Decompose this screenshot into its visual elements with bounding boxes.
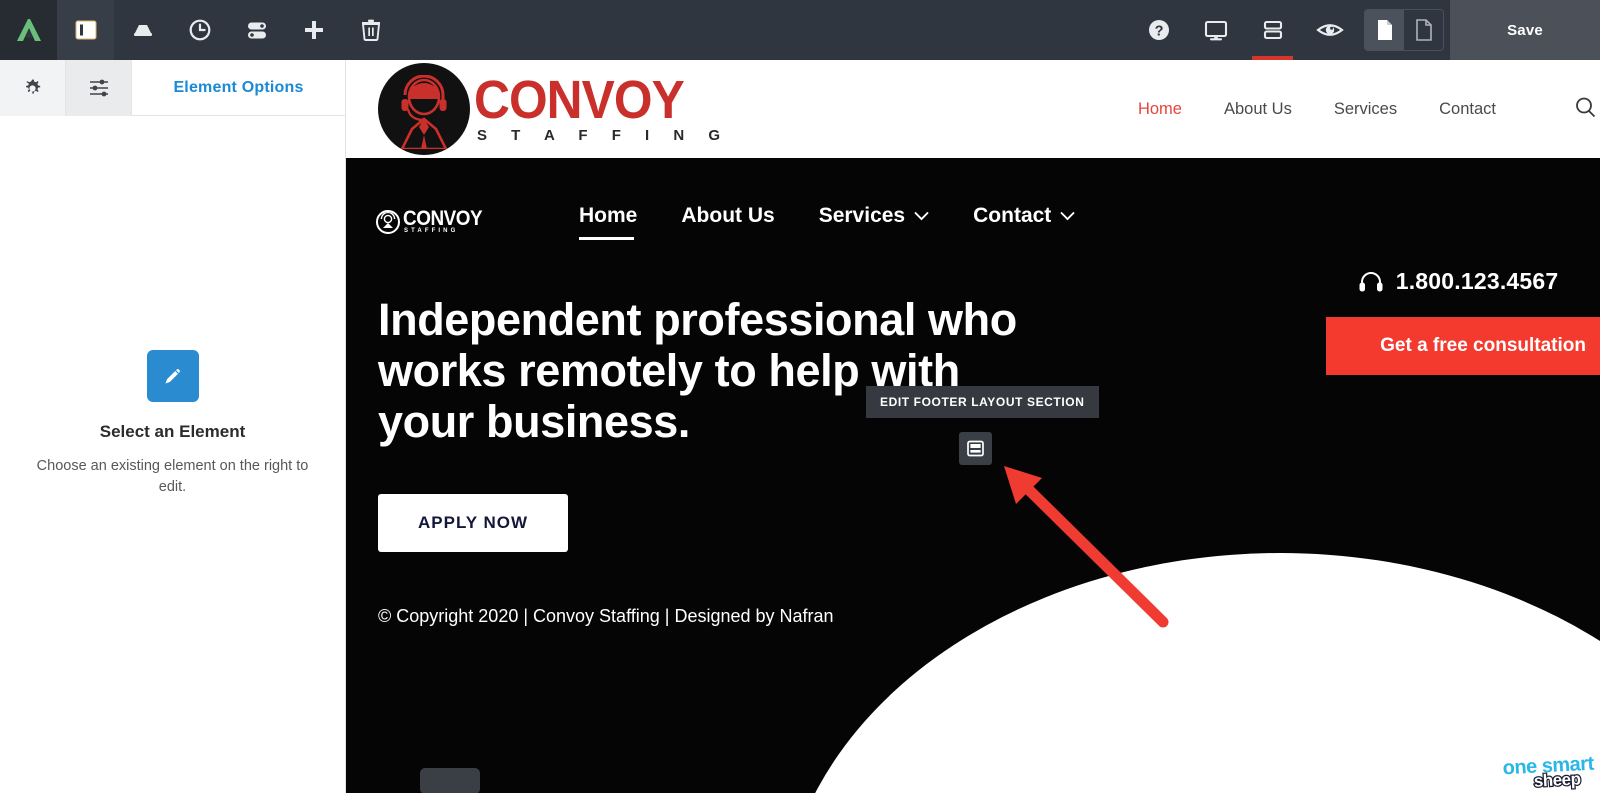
rows-icon-button[interactable] xyxy=(1244,0,1301,60)
edit-footer-tooltip: EDIT FOOTER LAYOUT SECTION xyxy=(866,386,1099,418)
hero-logo[interactable]: CONVOY STAFFING xyxy=(376,206,491,235)
hero-mascot-icon xyxy=(376,210,400,234)
plus-icon-button[interactable] xyxy=(285,0,342,60)
clock-icon-button[interactable] xyxy=(171,0,228,60)
svg-text:?: ? xyxy=(1154,24,1163,40)
hero-nav-home-label: Home xyxy=(579,204,638,227)
brand-logo-icon[interactable] xyxy=(0,0,57,60)
hero-section: CONVOY STAFFING Home About Us Services C… xyxy=(346,158,1600,793)
hero-nav-about-us[interactable]: About Us xyxy=(659,204,796,240)
question-circle-icon-button[interactable]: ? xyxy=(1130,0,1187,60)
save-button[interactable]: Save xyxy=(1450,0,1600,60)
settings-tab[interactable] xyxy=(0,60,66,116)
hero-nav-services-label: Services xyxy=(818,204,906,227)
layers-toggle-icon-button[interactable] xyxy=(228,0,285,60)
editor-root: ? Save Element Options Select an Element… xyxy=(0,0,1600,793)
left-panel-tabs: Element Options xyxy=(0,60,345,116)
site-nav-services[interactable]: Services xyxy=(1334,100,1397,119)
top-toolbar: ? Save xyxy=(0,0,1600,60)
search-icon[interactable] xyxy=(1574,96,1596,123)
chevron-down-icon xyxy=(914,212,929,221)
hero-nav-contact[interactable]: Contact xyxy=(951,204,1097,240)
hero-headline: Independent professional who works remot… xyxy=(378,294,1017,447)
empty-state-heading: Select an Element xyxy=(99,422,246,441)
footer-copyright: © Copyright 2020 | Convoy Staffing | Des… xyxy=(378,605,834,626)
active-tool-indicator xyxy=(1252,56,1293,60)
trash-icon-button[interactable] xyxy=(342,0,399,60)
site-nav-home[interactable]: Home xyxy=(1138,100,1182,119)
panel-title: Element Options xyxy=(173,79,304,96)
site-logo-wordmark: CONVOY S T A F F I N G xyxy=(474,69,731,144)
document-filled-icon-button[interactable] xyxy=(1365,10,1404,50)
toolbar-right-group: ? Save xyxy=(1130,0,1600,60)
site-header: CONVOY S T A F F I N G Home About Us Ser… xyxy=(346,60,1600,158)
hero-nav-home[interactable]: Home xyxy=(557,204,659,240)
desktop-icon-button[interactable] xyxy=(1187,0,1244,60)
drawer-icon-button[interactable] xyxy=(114,0,171,60)
eye-icon-button[interactable] xyxy=(1301,0,1358,60)
hero-nav: CONVOY STAFFING Home About Us Services C… xyxy=(346,158,1600,240)
apply-now-button[interactable]: APPLY NOW xyxy=(378,493,569,552)
bottom-section-handle[interactable] xyxy=(420,768,480,793)
site-nav-contact[interactable]: Contact xyxy=(1439,100,1496,119)
site-nav-about-us[interactable]: About Us xyxy=(1224,100,1292,119)
hero-nav-about-us-label: About Us xyxy=(681,204,775,227)
empty-state-body: Choose an existing element on the right … xyxy=(36,458,309,496)
convoy-mascot-icon xyxy=(378,63,470,155)
hero-nav-links: Home About Us Services Contact xyxy=(557,204,1097,240)
panel-toggle-button[interactable] xyxy=(57,0,114,60)
chevron-down-icon xyxy=(1060,212,1075,221)
left-panel: Element Options Select an Element Choose… xyxy=(0,60,346,793)
watermark: one smart sheep xyxy=(1501,751,1596,792)
pencil-icon xyxy=(146,350,199,402)
site-main-nav: Home About Us Services Contact xyxy=(1138,96,1596,123)
hero-nav-services[interactable]: Services xyxy=(797,204,951,240)
document-outline-icon-button[interactable] xyxy=(1404,10,1443,50)
logo-staffing-text: S T A F F I N G xyxy=(477,126,731,144)
options-tab[interactable] xyxy=(66,60,132,116)
edit-footer-layout-button[interactable] xyxy=(959,432,992,465)
site-logo[interactable]: CONVOY S T A F F I N G xyxy=(378,63,730,155)
page-type-group xyxy=(1364,9,1444,51)
hero-logo-staffing-text: STAFFING xyxy=(404,228,459,235)
hero-nav-contact-label: Contact xyxy=(973,204,1052,227)
logo-convoy-text: CONVOY xyxy=(474,69,685,130)
site-canvas: CONVOY S T A F F I N G Home About Us Ser… xyxy=(346,60,1600,793)
empty-state: Select an Element Choose an existing ele… xyxy=(0,350,345,498)
footer-layout-icon xyxy=(967,440,984,457)
hero-logo-convoy-text: CONVOY xyxy=(403,206,483,230)
hero-logo-wordmark: CONVOY STAFFING xyxy=(403,206,491,235)
